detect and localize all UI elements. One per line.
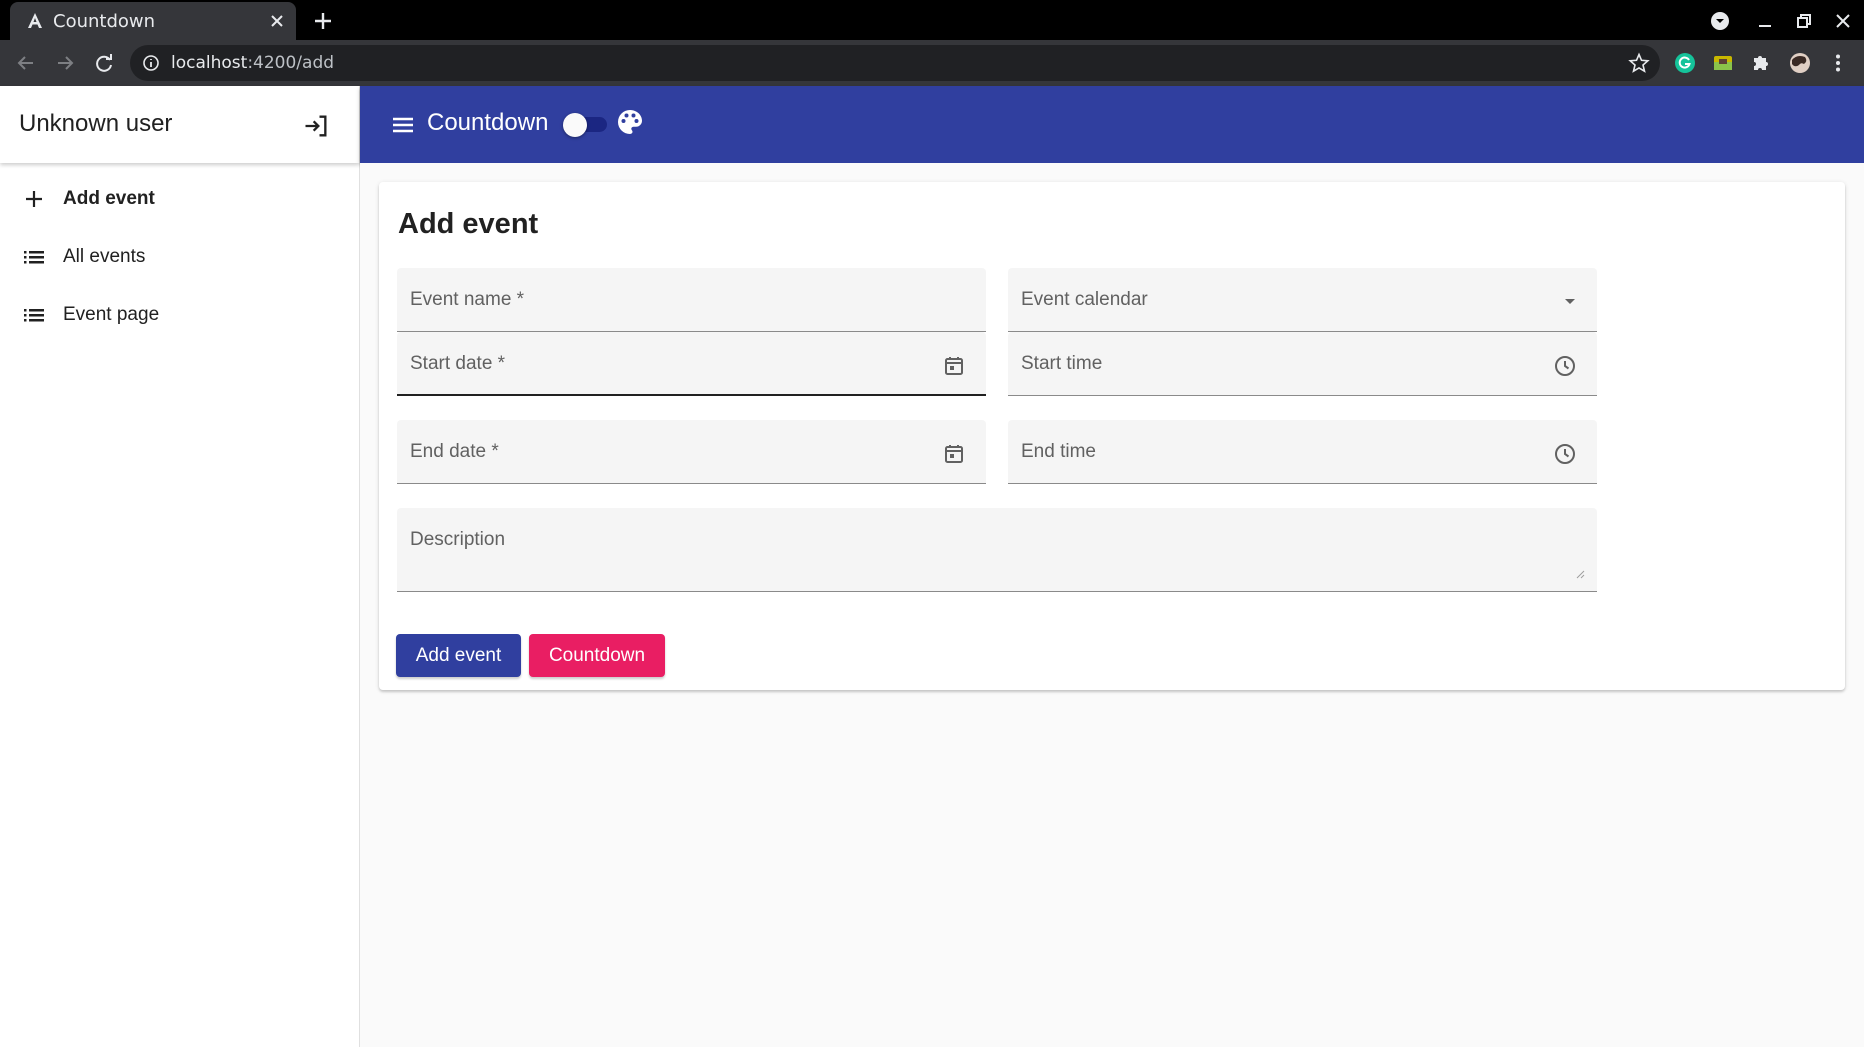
site-info-icon[interactable] bbox=[142, 54, 160, 72]
browser-tab[interactable]: Countdown bbox=[10, 2, 296, 40]
start-date-field[interactable]: Start date * bbox=[397, 332, 986, 396]
sidebar-item-event-page[interactable]: Event page bbox=[0, 286, 359, 344]
list-icon bbox=[24, 251, 44, 264]
main-content: Add event Event name * Event calendar St… bbox=[360, 163, 1864, 1047]
browser-tab-bar: Countdown bbox=[0, 0, 1864, 40]
sidebar-item-label: All events bbox=[63, 246, 146, 267]
close-tab-icon[interactable] bbox=[268, 12, 286, 30]
tab-title: Countdown bbox=[53, 11, 156, 32]
event-name-label: Event name * bbox=[410, 289, 525, 310]
new-tab-icon[interactable] bbox=[312, 10, 334, 32]
calendar-icon[interactable] bbox=[942, 354, 966, 378]
app-root: Unknown user Add event All events Event … bbox=[0, 86, 1864, 1047]
theme-toggle[interactable] bbox=[563, 112, 609, 137]
page-title: Add event bbox=[398, 208, 539, 240]
menu-icon[interactable] bbox=[389, 111, 417, 139]
url-text: localhost:4200/add bbox=[171, 53, 335, 73]
add-event-card: Add event Event name * Event calendar St… bbox=[379, 182, 1845, 690]
sidenav-list: Add event All events Event page bbox=[0, 170, 359, 344]
bookmark-star-icon[interactable] bbox=[1628, 52, 1650, 74]
profile-avatar-icon[interactable] bbox=[1789, 52, 1811, 74]
clock-icon[interactable] bbox=[1553, 442, 1577, 466]
event-calendar-label: Event calendar bbox=[1021, 289, 1148, 310]
event-calendar-select[interactable]: Event calendar bbox=[1008, 268, 1597, 332]
end-date-field[interactable]: End date * bbox=[397, 420, 986, 484]
back-icon[interactable] bbox=[15, 52, 37, 74]
description-field[interactable]: Description bbox=[397, 508, 1597, 592]
countdown-button[interactable]: Countdown bbox=[529, 634, 665, 677]
user-name: Unknown user bbox=[19, 110, 173, 137]
dropdown-arrow-icon bbox=[1565, 299, 1575, 304]
clock-icon[interactable] bbox=[1553, 354, 1577, 378]
angular-favicon-icon bbox=[28, 13, 42, 28]
palette-icon[interactable] bbox=[616, 108, 644, 136]
address-bar[interactable]: localhost:4200/add bbox=[130, 45, 1660, 81]
sidebar-item-all-events[interactable]: All events bbox=[0, 228, 359, 286]
folder-extension-icon[interactable] bbox=[1712, 52, 1734, 74]
end-date-label: End date * bbox=[410, 441, 499, 462]
grammarly-extension-icon[interactable] bbox=[1674, 52, 1696, 74]
start-time-label: Start time bbox=[1021, 353, 1103, 374]
list-icon bbox=[24, 309, 44, 322]
close-window-icon[interactable] bbox=[1832, 10, 1854, 32]
login-icon[interactable] bbox=[302, 112, 330, 140]
minimize-icon[interactable] bbox=[1754, 10, 1776, 32]
extensions-puzzle-icon[interactable] bbox=[1750, 52, 1772, 74]
event-name-field[interactable]: Event name * bbox=[397, 268, 986, 332]
start-date-label: Start date * bbox=[410, 353, 506, 374]
end-time-field[interactable]: End time bbox=[1008, 420, 1597, 484]
sidenav: Unknown user Add event All events Event … bbox=[0, 86, 360, 1047]
sidebar-item-add-event[interactable]: Add event bbox=[0, 170, 359, 228]
browser-more-icon[interactable] bbox=[1827, 52, 1849, 74]
description-label: Description bbox=[410, 529, 506, 550]
app-title: Countdown bbox=[427, 109, 549, 136]
reload-icon[interactable] bbox=[93, 52, 115, 74]
restore-icon[interactable] bbox=[1793, 10, 1815, 32]
add-event-button[interactable]: Add event bbox=[396, 634, 521, 677]
browser-menu-down-icon[interactable] bbox=[1709, 10, 1731, 32]
start-time-field[interactable]: Start time bbox=[1008, 332, 1597, 396]
browser-toolbar: localhost:4200/add bbox=[0, 40, 1864, 86]
sidebar-item-label: Event page bbox=[63, 304, 160, 325]
app-toolbar: Countdown bbox=[360, 86, 1864, 163]
plus-icon bbox=[26, 191, 42, 207]
end-time-label: End time bbox=[1021, 441, 1096, 462]
sidenav-header: Unknown user bbox=[0, 86, 359, 163]
sidebar-item-label: Add event bbox=[63, 188, 155, 209]
resize-grip-icon[interactable] bbox=[1575, 569, 1585, 579]
toggle-thumb bbox=[563, 113, 587, 137]
forward-icon[interactable] bbox=[54, 52, 76, 74]
calendar-icon[interactable] bbox=[942, 442, 966, 466]
